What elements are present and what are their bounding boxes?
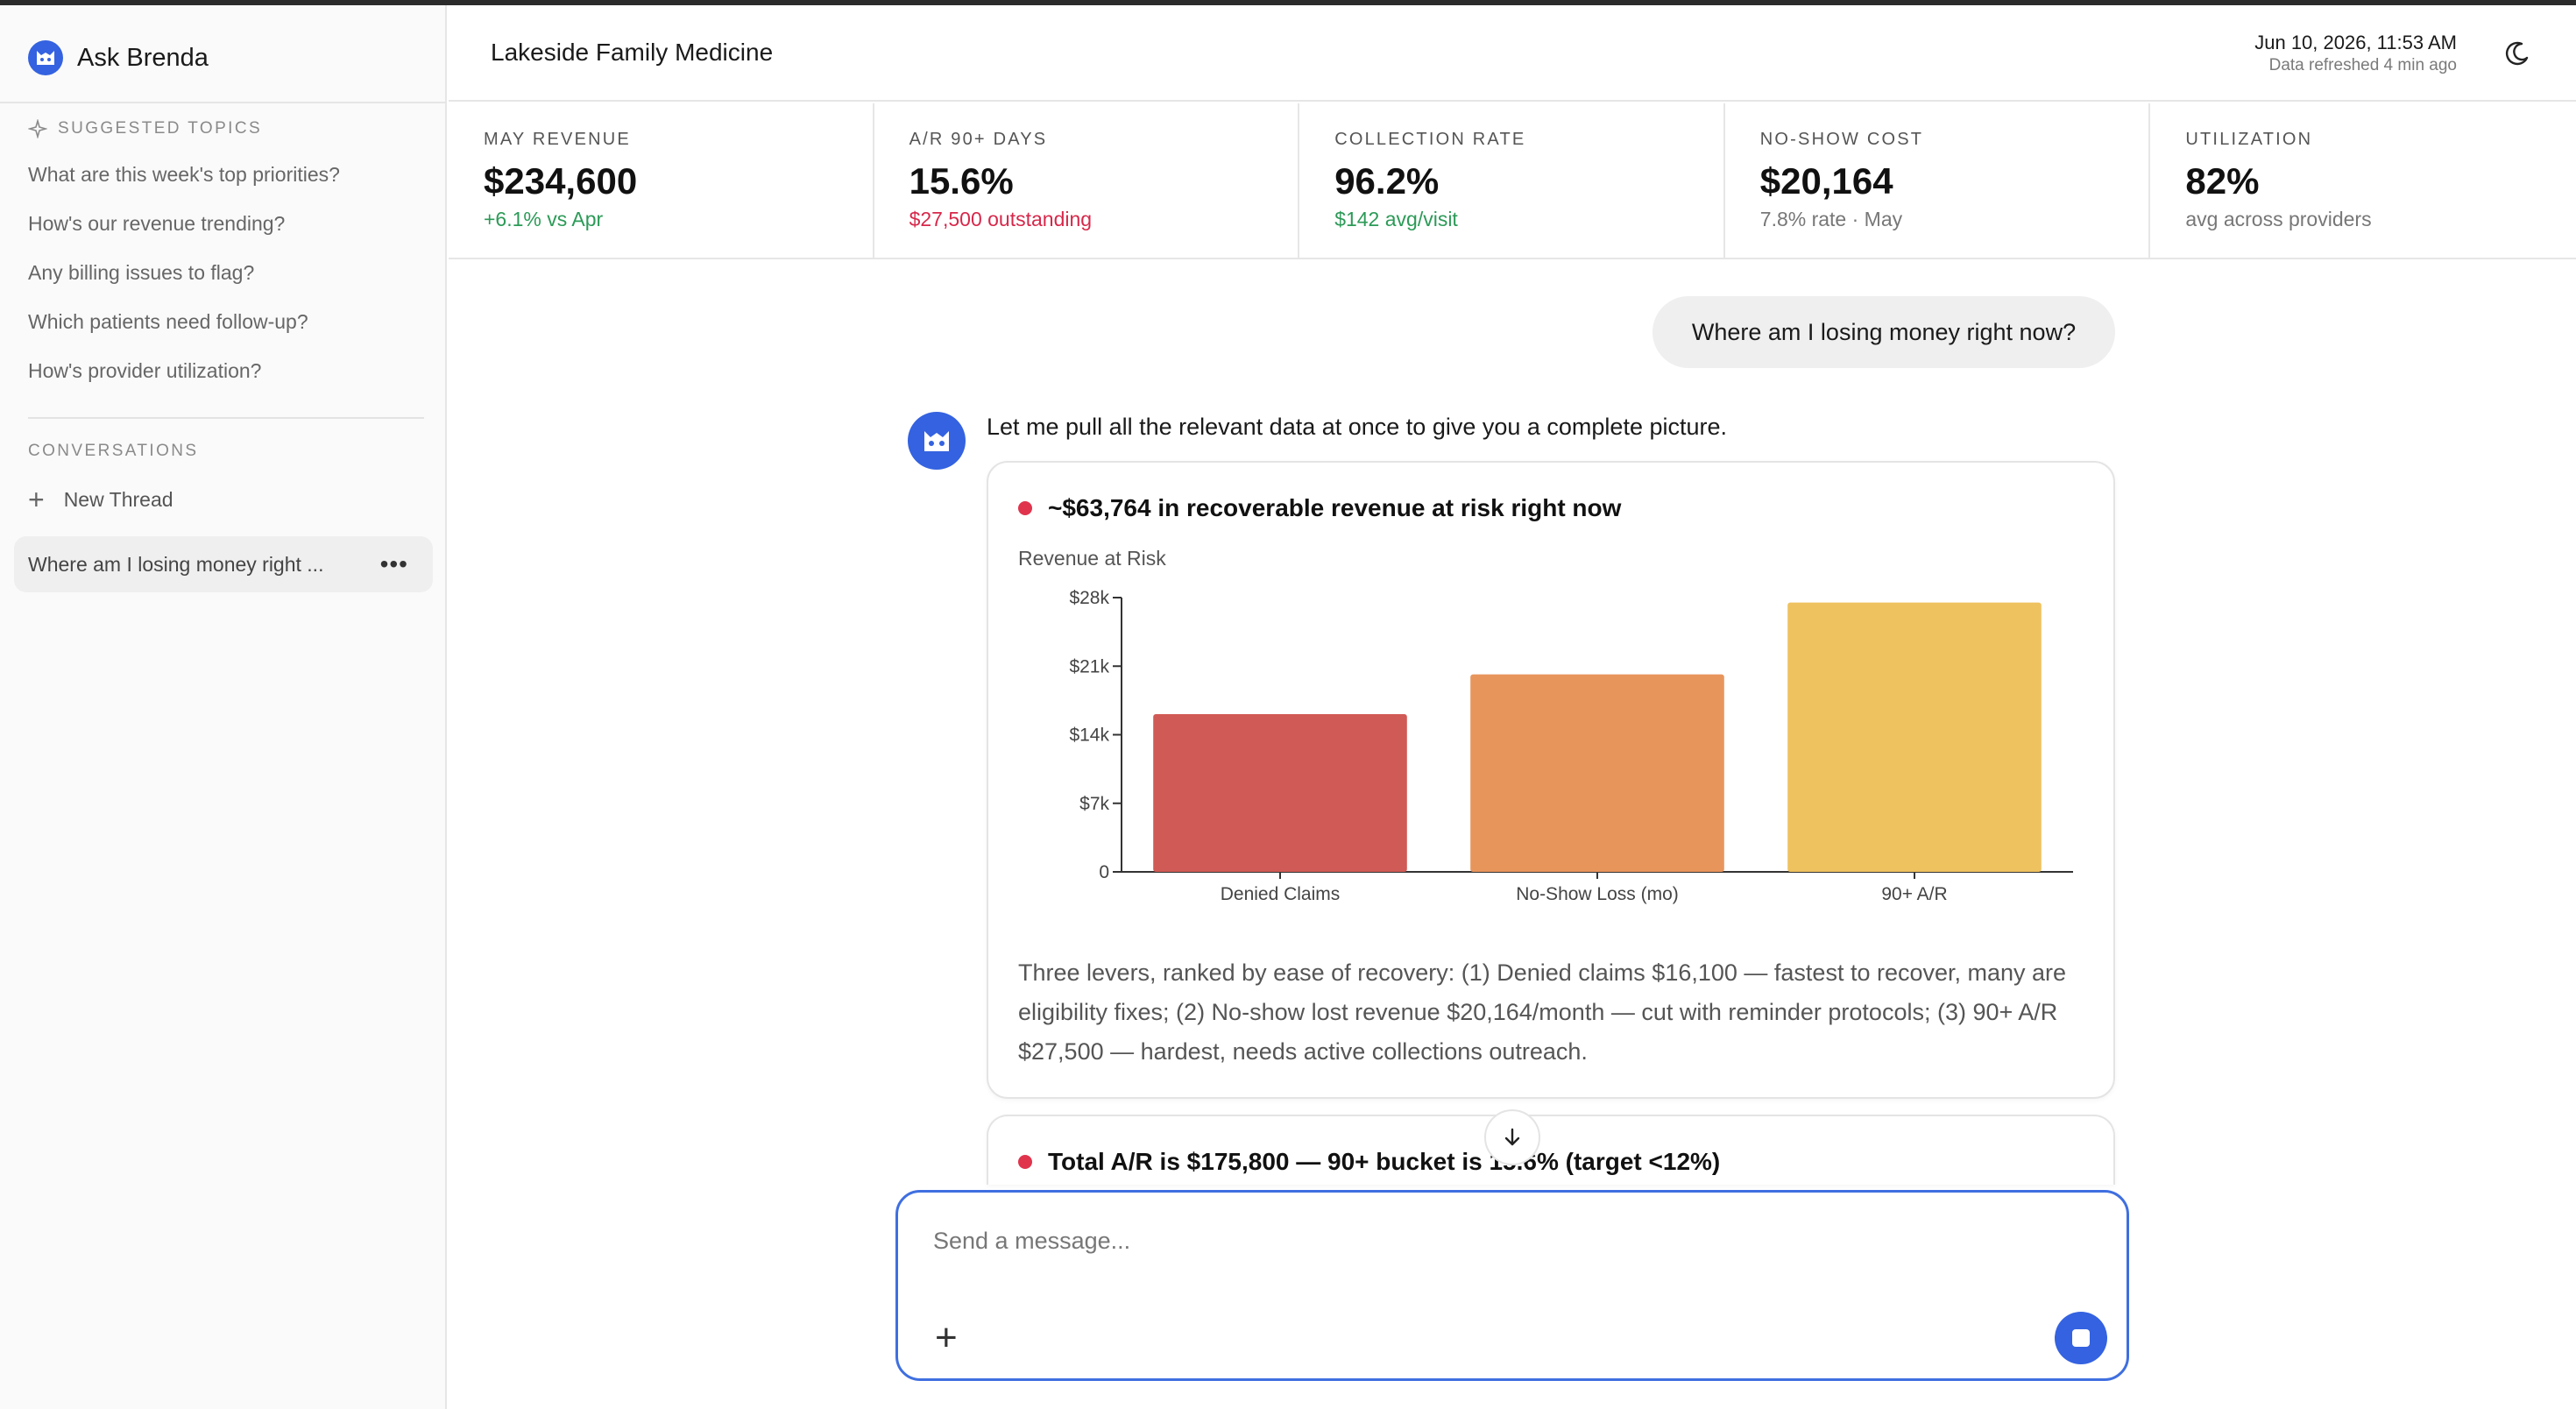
kpi-subtext: 7.8% rate · May [1759, 208, 1903, 230]
suggested-topic-priorities[interactable]: What are this week's top priorities? [28, 163, 340, 187]
kpi-subtext: $27,500 outstanding [909, 208, 1093, 230]
card-header: ~$63,764 in recoverable revenue at risk … [1018, 494, 1621, 522]
kpi-utilization: UTILIZATION 82% avg across providers [2150, 103, 2576, 258]
chart-x-tick-label: No-Show Loss (mo) [1516, 884, 1679, 904]
assistant-intro-message: Let me pull all the relevant data at onc… [987, 414, 1728, 440]
kpi-value: 82% [2185, 160, 2260, 202]
insight-card-revenue-at-risk: ~$63,764 in recoverable revenue at risk … [987, 461, 2115, 1099]
kpi-subtext: avg across providers [2185, 208, 2372, 230]
message-input[interactable] [933, 1228, 2072, 1255]
alert-dot-icon [1018, 1155, 1032, 1169]
top-header: Lakeside Family Medicine Jun 10, 2026, 1… [449, 5, 2576, 102]
kpi-label: A/R 90+ DAYS [909, 130, 1048, 149]
add-attachment-icon[interactable]: + [935, 1319, 958, 1357]
current-datetime: Jun 10, 2026, 11:53 AM [2254, 32, 2457, 53]
sparkle-icon [28, 119, 47, 138]
user-message-bubble: Where am I losing money right now? [1652, 296, 2115, 368]
chart-y-tick-label: $21k [1069, 656, 1109, 676]
chart-bar [1787, 602, 2042, 872]
sidebar: Ask Brenda SUGGESTED TOPICS What are thi… [0, 5, 447, 1409]
chart-x-tick-label: Denied Claims [1221, 884, 1341, 904]
kpi-value: $20,164 [1759, 160, 1893, 202]
suggested-topic-billing[interactable]: Any billing issues to flag? [28, 261, 254, 285]
assistant-avatar-icon [908, 412, 966, 470]
scroll-to-bottom-button[interactable] [1484, 1109, 1540, 1165]
chart-y-tick-label: $28k [1069, 588, 1109, 608]
suggested-topic-follow-up[interactable]: Which patients need follow-up? [28, 310, 308, 334]
kpi-label: COLLECTION RATE [1334, 130, 1526, 149]
alert-dot-icon [1018, 501, 1032, 515]
arrow-down-icon [1504, 1128, 1520, 1146]
kpi-collection-rate: COLLECTION RATE 96.2% $142 avg/visit [1299, 103, 1725, 258]
sidebar-header-divider [0, 102, 447, 103]
insight-card-total-ar: Total A/R is $175,800 — 90+ bucket is 15… [987, 1115, 2115, 1185]
kpi-label: NO-SHOW COST [1759, 130, 1924, 149]
chart-y-tick-label: 0 [1099, 862, 1109, 882]
chart-bar [1470, 674, 1724, 872]
sidebar-divider [28, 417, 424, 419]
plus-icon: + [28, 484, 45, 515]
thread-title: Where am I losing money right ... [28, 552, 324, 576]
message-composer: + [895, 1190, 2129, 1381]
chart-bar [1153, 714, 1407, 872]
new-thread-label: New Thread [63, 487, 173, 511]
kpi-value: 15.6% [909, 160, 1014, 202]
chart-y-tick-label: $14k [1069, 726, 1109, 746]
suggested-topic-utilization[interactable]: How's provider utilization? [28, 359, 261, 383]
stop-generation-button[interactable] [2055, 1312, 2107, 1364]
kpi-no-show-cost: NO-SHOW COST $20,164 7.8% rate · May [1725, 103, 2151, 258]
practice-name: Lakeside Family Medicine [491, 39, 774, 66]
revenue-at-risk-bar-chart: 0 $7k $14k $21k $28k Denied Claims No-Show Los… [1069, 588, 2073, 904]
kpi-subtext: $142 avg/visit [1334, 208, 1458, 230]
chart-y-tick-label: $7k [1079, 794, 1109, 814]
kpi-may-revenue: MAY REVENUE $234,600 +6.1% vs Apr [449, 103, 874, 258]
kpi-ar-90-days: A/R 90+ DAYS 15.6% $27,500 outstanding [874, 103, 1300, 258]
card-title: Total A/R is $175,800 — 90+ bucket is 15… [1048, 1148, 1721, 1175]
chart-title: Revenue at Risk [1018, 547, 1166, 570]
brenda-logo-icon [28, 40, 63, 75]
kpi-strip: MAY REVENUE $234,600 +6.1% vs Apr A/R 90… [449, 103, 2576, 259]
chart-x-tick-label: 90+ A/R [1881, 884, 1947, 904]
kpi-value: 96.2% [1334, 160, 1440, 202]
stop-icon [2072, 1329, 2090, 1347]
brand[interactable]: Ask Brenda [28, 37, 209, 79]
suggested-topics-label: SUGGESTED TOPICS [28, 119, 262, 138]
data-refreshed-status: Data refreshed 4 min ago [2268, 56, 2457, 74]
conversations-label: CONVERSATIONS [28, 442, 199, 460]
dark-mode-toggle-icon[interactable] [2502, 39, 2532, 68]
card-title: ~$63,764 in recoverable revenue at risk … [1048, 494, 1622, 521]
kpi-value: $234,600 [484, 160, 638, 202]
kpi-subtext: +6.1% vs Apr [484, 208, 604, 230]
card-header: Total A/R is $175,800 — 90+ bucket is 15… [1018, 1148, 1720, 1176]
app-name: Ask Brenda [77, 43, 209, 72]
card-body-text: Three levers, ranked by ease of recovery… [1018, 959, 2067, 1065]
suggested-topic-revenue[interactable]: How's our revenue trending? [28, 212, 285, 236]
conversation-thread-item[interactable]: Where am I losing money right ... ••• [14, 536, 433, 592]
kpi-label: MAY REVENUE [484, 130, 631, 149]
more-options-icon[interactable]: ••• [380, 552, 408, 577]
new-thread-button[interactable]: + New Thread [28, 485, 173, 513]
kpi-label: UTILIZATION [2185, 130, 2313, 149]
